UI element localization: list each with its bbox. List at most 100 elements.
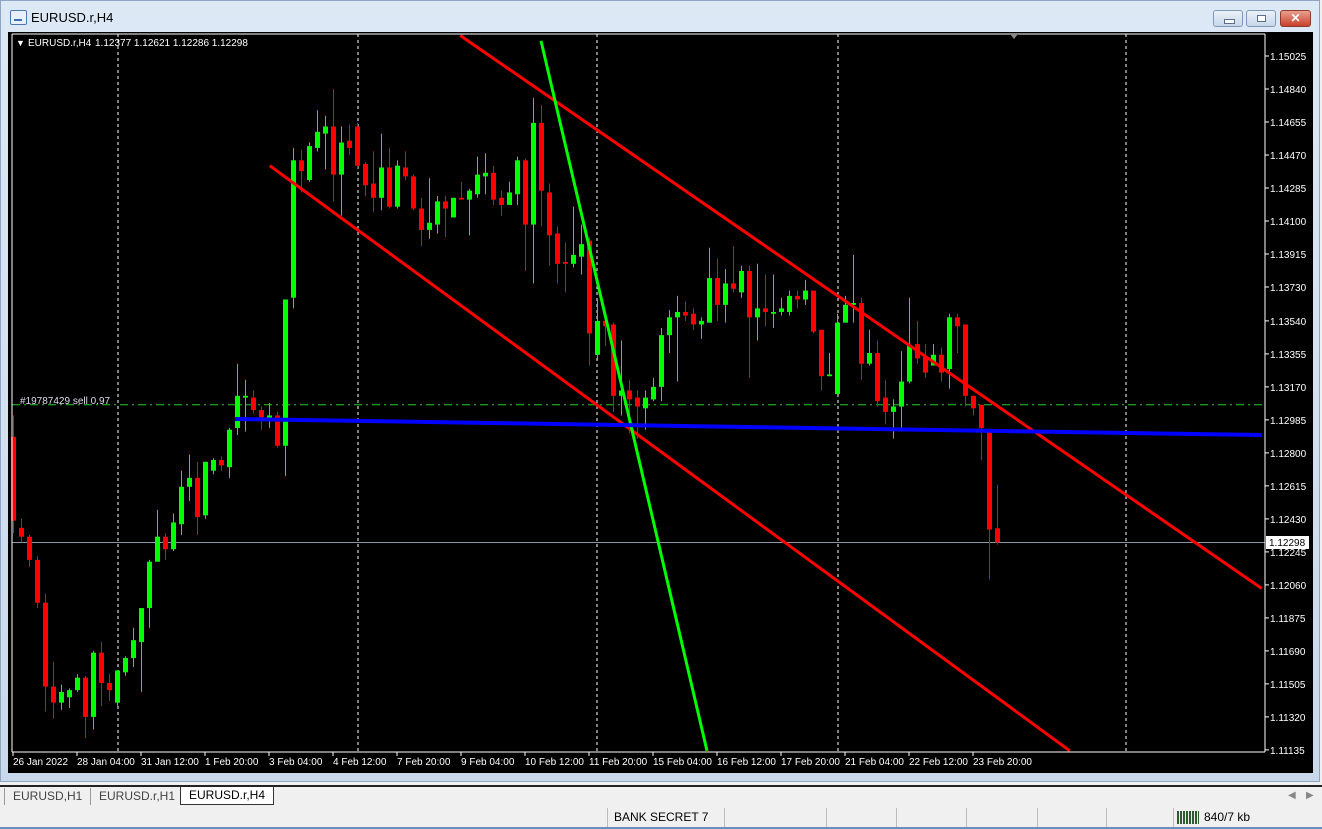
candle-body	[507, 192, 512, 205]
candle-body	[595, 320, 600, 355]
price-tick-label: 1.14285	[1270, 184, 1307, 195]
lower-channel-line[interactable]	[268, 164, 1071, 752]
price-tick-label: 1.13915	[1270, 250, 1307, 261]
candle	[531, 97, 536, 284]
candle-body	[139, 608, 144, 642]
trendlines[interactable]	[234, 34, 1263, 752]
candle	[35, 556, 40, 609]
candle	[187, 454, 192, 502]
upper-channel-line[interactable]	[459, 34, 1263, 590]
candle	[787, 290, 792, 316]
candle	[491, 165, 496, 205]
status-divider	[724, 808, 725, 827]
candle-body	[387, 167, 392, 207]
restore-button[interactable]	[1246, 10, 1276, 27]
order-label: #19787429 sell 0.97	[20, 396, 111, 407]
candle	[27, 534, 32, 568]
candle-body	[675, 311, 680, 318]
candle-body	[371, 183, 376, 198]
candle-body	[643, 397, 648, 409]
chart-canvas[interactable]: 1.15025 1.14840 1.14655 1.14470 1.14285 1.141…	[8, 32, 1313, 773]
time-tick-label: 31 Jan 12:00	[141, 757, 199, 768]
candle	[755, 263, 760, 341]
price-tick-label: 1.14100	[1270, 217, 1307, 228]
candle-body	[283, 299, 288, 446]
price-chart[interactable]: 1.15025 1.14840 1.14655 1.14470 1.14285 1.141…	[8, 32, 1313, 773]
candle-body	[515, 160, 520, 195]
candle-body	[651, 386, 656, 400]
blue-support-line[interactable]	[234, 417, 1262, 438]
candle	[123, 656, 128, 676]
tab-eurusd-h1[interactable]: EURUSD,H1	[4, 788, 90, 805]
price-tick-label: 1.12615	[1270, 482, 1307, 493]
time-tick-label: 15 Feb 04:00	[653, 757, 712, 768]
candle-body	[443, 201, 448, 209]
time-tick-label: 3 Feb 04:00	[269, 757, 323, 768]
candle	[427, 178, 432, 239]
status-divider	[1173, 808, 1174, 827]
close-button[interactable]: ✕	[1280, 10, 1311, 27]
candle	[43, 593, 48, 712]
candle-body	[763, 308, 768, 312]
price-tick-label: 1.12060	[1270, 581, 1307, 592]
candle	[835, 313, 840, 395]
candle-body	[699, 320, 704, 325]
candle	[355, 122, 360, 170]
time-tick-label: 10 Feb 12:00	[525, 757, 584, 768]
candle	[731, 245, 736, 293]
header-dropdown-icon[interactable]: ▼	[16, 38, 25, 48]
candle-body	[627, 390, 632, 400]
candle-body	[659, 335, 664, 387]
candle-body	[947, 317, 952, 370]
candle	[155, 509, 160, 562]
candle	[211, 458, 216, 475]
candle-body	[163, 536, 168, 550]
price-tick-label: 1.12245	[1270, 548, 1307, 559]
candle-body	[995, 528, 1000, 543]
candle	[171, 513, 176, 551]
candle-body	[755, 308, 760, 318]
candle-body	[99, 652, 104, 683]
candle	[147, 559, 152, 628]
candle	[947, 313, 952, 389]
candle	[403, 151, 408, 180]
candle	[331, 89, 336, 202]
candle-body	[115, 670, 120, 703]
candle-body	[723, 283, 728, 305]
price-tick-label: 1.14655	[1270, 118, 1307, 129]
candle	[659, 328, 664, 402]
candle-body	[499, 197, 504, 205]
candle-body	[379, 167, 384, 198]
price-tick-label: 1.15025	[1270, 52, 1307, 63]
time-tick-label: 22 Feb 12:00	[909, 757, 968, 768]
candle-body	[811, 290, 816, 332]
chart-shift-marker[interactable]	[1010, 34, 1018, 39]
candles	[11, 89, 1000, 739]
axes: 1.15025 1.14840 1.14655 1.14470 1.14285 1.141…	[11, 33, 1307, 768]
candle	[779, 297, 784, 316]
tab-eurusd-r-h4[interactable]: EURUSD.r,H4	[180, 787, 275, 805]
time-tick-label: 9 Feb 04:00	[461, 757, 515, 768]
candle-body	[747, 270, 752, 318]
candle-body	[43, 602, 48, 687]
scroll-left-icon[interactable]: ◀	[1288, 790, 1296, 801]
candle	[395, 160, 400, 209]
candle	[163, 533, 168, 560]
candle-body	[899, 381, 904, 407]
candle-body	[795, 295, 800, 300]
candle-body	[683, 311, 688, 316]
scroll-right-icon[interactable]: ▶	[1306, 790, 1314, 801]
candle-body	[979, 404, 984, 428]
title-bar[interactable]: EURUSD.r,H4 ✕	[1, 1, 1319, 33]
minimize-button[interactable]	[1213, 10, 1243, 27]
candle	[563, 242, 568, 293]
candle	[467, 188, 472, 236]
candle-body	[523, 160, 528, 225]
candle-body	[667, 317, 672, 336]
candle-body	[803, 290, 808, 300]
candle-body	[203, 461, 208, 516]
tab-eurusd-r-h1[interactable]: EURUSD.r,H1	[90, 788, 183, 805]
candle-body	[555, 233, 560, 264]
candle	[507, 181, 512, 205]
candle-body	[123, 658, 128, 673]
